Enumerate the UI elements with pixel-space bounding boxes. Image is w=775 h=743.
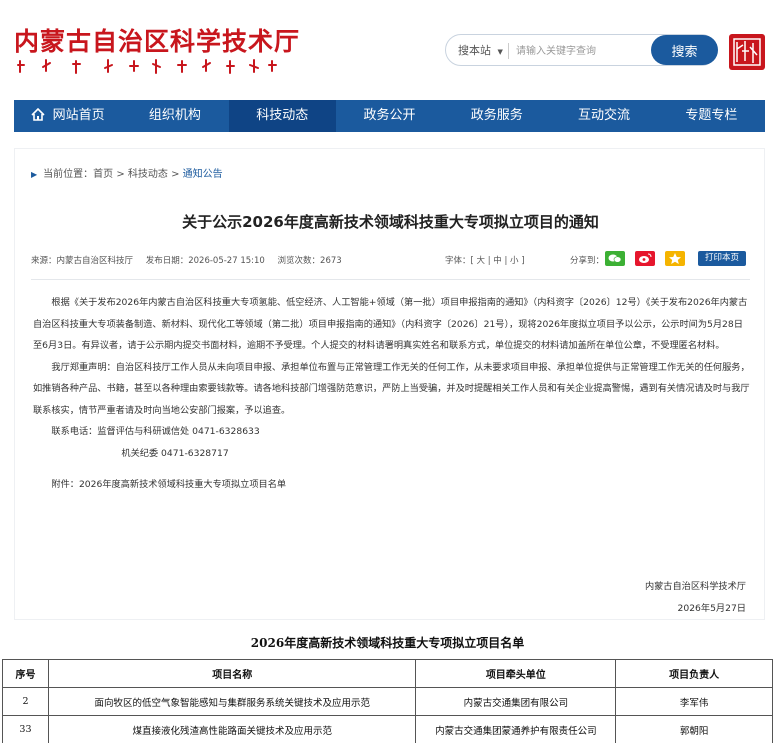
project-list-title: 2026年度高新技术领域科技重大专项拟立项目名单: [250, 636, 525, 650]
cell-leader: 李军伟: [615, 687, 773, 716]
wechat-icon[interactable]: [605, 251, 625, 266]
nav-home[interactable]: 网站首页: [14, 100, 121, 132]
main-nav: 网站首页 组织机构 科技动态 政务公开 政务服务 互动交流 专题专栏: [14, 100, 765, 132]
article-container: ▶ 当前位置：首页 > 科技动态 > 通知公告 关于公示2026年度高新技术领域科…: [14, 148, 765, 620]
breadcrumb-home[interactable]: 首页: [93, 169, 113, 180]
breadcrumb: ▶ 当前位置：首页 > 科技动态 > 通知公告: [31, 169, 223, 180]
cell-unit: 内蒙古交通集团蒙通养护有限责任公司: [415, 715, 617, 743]
search-input[interactable]: [516, 41, 646, 61]
nav-organization[interactable]: 组织机构: [121, 100, 228, 132]
article-paragraph: 我厅郑重声明：自治区科技厅工作人员从未向项目申报、承担单位布置与正常管理工作无关…: [33, 361, 750, 416]
article-source: 来源：内蒙古自治区科技厅: [31, 256, 134, 266]
mongolian-script-logo: [17, 59, 277, 74]
col-header-unit: 项目牵头单位: [415, 659, 617, 688]
cell-name: 面向牧区的低空气象智能感知与集群服务系统关键技术及应用示范: [47, 687, 417, 716]
cell-unit: 内蒙古交通集团有限公司: [415, 687, 617, 716]
cell-name: 煤直接液化残渣高性能路面关键技术及应用示范: [47, 715, 417, 743]
signature: 内蒙古自治区科学技术厅 2026年5月27日: [645, 576, 746, 620]
search-button[interactable]: 搜索: [651, 35, 718, 65]
col-header-leader: 项目负责人: [615, 659, 773, 688]
search-divider: [508, 43, 509, 59]
qzone-icon[interactable]: [665, 251, 685, 266]
signature-date: 2026年5月27日: [677, 603, 746, 614]
nav-tech-news[interactable]: 科技动态: [228, 100, 336, 132]
table-row: 33 煤直接液化残渣高性能路面关键技术及应用示范 内蒙古交通集团蒙通养护有限责任…: [2, 715, 773, 743]
nav-special-topics[interactable]: 专题专栏: [658, 100, 765, 132]
nav-interaction[interactable]: 互动交流: [550, 100, 657, 132]
project-list: 2026年度高新技术领域科技重大专项拟立项目名单 序号 项目名称 项目牵头单位 …: [0, 630, 775, 743]
article-title: 关于公示2026年度高新技术领域科技重大专项拟立项目的通知: [182, 213, 599, 231]
project-table: 序号 项目名称 项目牵头单位 项目负责人 2 面向牧区的低空气象智能感知与集群服…: [2, 659, 773, 743]
share-label: 分享到：: [570, 256, 605, 266]
home-icon: [31, 107, 45, 121]
cell-no: 33: [2, 715, 49, 743]
article-body: 根据《关于发布2026年内蒙古自治区科技重大专项氢能、低空经济、人工智能+领域（…: [33, 292, 750, 496]
meta-divider: [31, 279, 750, 280]
breadcrumb-section[interactable]: 科技动态: [128, 169, 168, 180]
weibo-icon[interactable]: [635, 251, 655, 266]
nav-gov-services[interactable]: 政务服务: [443, 100, 550, 132]
dropdown-caret-icon: ▼: [497, 48, 503, 56]
print-button[interactable]: 打印本页: [698, 251, 746, 266]
nav-gov-affairs[interactable]: 政务公开: [336, 100, 443, 132]
signature-org: 内蒙古自治区科学技术厅: [644, 581, 746, 592]
article-meta: 来源：内蒙古自治区科技厅 发布日期：2026-05-27 15:10 浏览次数：…: [31, 254, 352, 266]
article-date: 发布日期：2026-05-27 15:10: [145, 256, 265, 266]
article-views: 浏览次数：2673: [277, 256, 342, 266]
contact-phone: 联系电话：监督评估与科研诚信处 0471-6328633: [51, 426, 260, 437]
site-logo-text[interactable]: 内蒙古自治区科学技术厅: [14, 22, 300, 58]
site-header: 内蒙古自治区科学技术厅 搜本站 ▼ 搜索: [0, 0, 775, 100]
table-header-row: 序号 项目名称 项目牵头单位 项目负责人: [2, 659, 773, 688]
font-size-control[interactable]: 字体：[ 大 | 中 | 小 ]: [445, 254, 525, 266]
breadcrumb-arrow-icon: ▶: [31, 170, 38, 179]
search-scope-dropdown[interactable]: 搜本站 ▼: [458, 42, 503, 58]
col-header-no: 序号: [2, 659, 49, 688]
seal-logo: [729, 34, 765, 70]
attachment-link[interactable]: 附件：2026年度高新技术领域科技重大专项拟立项目名单: [33, 474, 750, 496]
article-paragraph: 根据《关于发布2026年内蒙古自治区科技重大专项氢能、低空经济、人工智能+领域（…: [33, 297, 748, 351]
contact-discipline: 机关纪委 0471-6328717: [121, 447, 229, 459]
breadcrumb-current[interactable]: 通知公告: [183, 169, 223, 180]
cell-leader: 郭朝阳: [615, 715, 773, 743]
cell-no: 2: [2, 687, 49, 716]
table-row: 2 面向牧区的低空气象智能感知与集群服务系统关键技术及应用示范 内蒙古交通集团有…: [2, 687, 773, 716]
col-header-name: 项目名称: [47, 659, 417, 688]
